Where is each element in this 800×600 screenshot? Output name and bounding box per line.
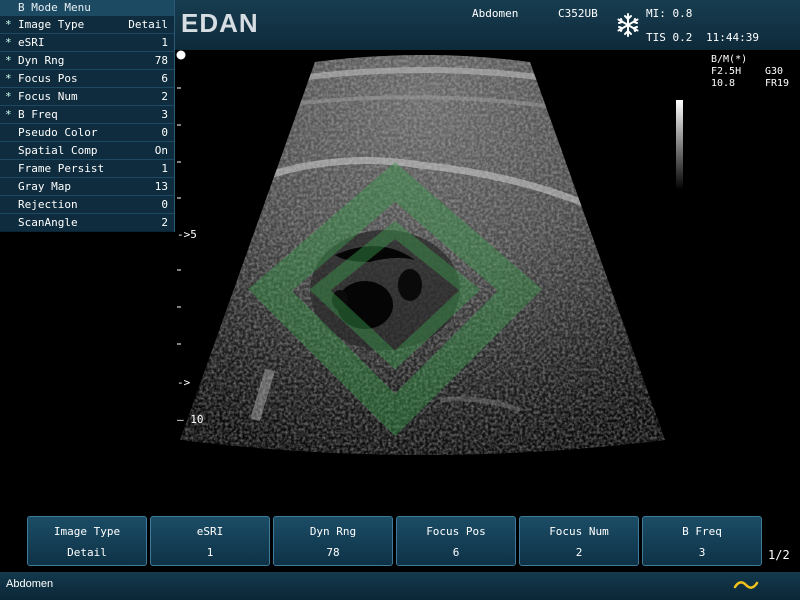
softkey-b-freq[interactable]: B Freq 3 <box>642 516 762 566</box>
menu-item-value: 0 <box>161 126 168 139</box>
menu-item-label: ScanAngle <box>18 216 78 229</box>
softkey-dyn-rng[interactable]: Dyn Rng 78 <box>273 516 393 566</box>
menu-item-label: B Freq <box>18 108 58 121</box>
menu-item-value: 3 <box>161 108 168 121</box>
softkey-label: Dyn Rng <box>309 525 357 538</box>
softkey-image-type[interactable]: Image Type Detail <box>27 516 147 566</box>
menu-item-pseudo-color[interactable]: Pseudo Color 0 <box>0 123 174 141</box>
depth-scale <box>177 87 181 345</box>
menu-item-value: 2 <box>161 216 168 229</box>
menu-item-label: Dyn Rng <box>18 54 65 67</box>
menu-item-focus-num[interactable]: * Focus Num 2 <box>0 87 174 105</box>
exam-type: Abdomen <box>472 7 519 20</box>
menu-item-label: eSRI <box>18 36 45 49</box>
menu-item-label: Image Type <box>18 18 85 31</box>
softkey-label: B Freq <box>682 525 722 538</box>
focus-marker-2: -> <box>177 376 191 389</box>
frequency: F2.5H <box>711 66 742 77</box>
menu-item-label: Frame Persist <box>18 162 105 175</box>
status-bar: Abdomen <box>0 572 800 600</box>
softkey-value: Detail <box>67 546 107 559</box>
menu-title: B Mode Menu <box>0 0 174 15</box>
mode-label: B/M(*) <box>711 54 748 65</box>
gray-scale-bar <box>676 100 683 190</box>
menu-item-value: Detail <box>128 18 168 31</box>
softkey-esri[interactable]: eSRI 1 <box>150 516 270 566</box>
depth-fr-row: 10.8 FR19 <box>711 78 789 90</box>
menu-item-label: Pseudo Color <box>18 126 98 139</box>
menu-item-star: * <box>5 36 12 49</box>
menu-item-value: 13 <box>154 180 168 193</box>
probe-name: C352UB <box>558 7 598 20</box>
softkey-value: 3 <box>698 546 706 559</box>
menu-item-label: Spatial Comp <box>18 144 98 157</box>
depth-value: 10.8 <box>711 78 736 89</box>
menu-item-dyn-rng[interactable]: * Dyn Rng 78 <box>0 51 174 69</box>
softkey-focus-num[interactable]: Focus Num 2 <box>519 516 639 566</box>
softkey-value: 78 <box>326 546 340 559</box>
tis-value: TIS 0.2 <box>646 31 693 44</box>
menu-item-spatial-comp[interactable]: Spatial Comp On <box>0 141 174 159</box>
menu-item-star: * <box>5 90 12 103</box>
softkey-label: Focus Pos <box>426 525 486 538</box>
softkey-value: 6 <box>452 546 460 559</box>
softkey-label: Image Type <box>53 525 121 538</box>
softkey-value: 1 <box>206 546 214 559</box>
menu-item-image-type[interactable]: * Image Type Detail <box>0 15 174 33</box>
softkey-value: 2 <box>575 546 583 559</box>
page-indicator[interactable]: 1/2 <box>768 548 790 562</box>
depth-mark-5: ->5 <box>177 228 197 241</box>
status-exam-label: Abdomen <box>6 578 54 590</box>
orientation-dot-icon <box>176 50 186 60</box>
brand-logo: EDAN <box>181 8 259 38</box>
menu-item-star: * <box>5 54 12 67</box>
imaging-parameters: B/M(*) F2.5H G30 10.8 FR19 <box>711 54 789 90</box>
menu-item-gray-map[interactable]: Gray Map 13 <box>0 177 174 195</box>
menu-item-label: Focus Pos <box>18 72 78 85</box>
softkey-label: eSRI <box>196 525 224 538</box>
menu-item-label: Gray Map <box>18 180 71 193</box>
depth-mark-10: – 10 <box>177 413 204 426</box>
menu-item-star: * <box>5 108 12 121</box>
menu-item-star: * <box>5 72 12 85</box>
menu-item-focus-pos[interactable]: * Focus Pos 6 <box>0 69 174 87</box>
focus-marker: -> <box>177 228 191 241</box>
clock: 11:44:39 <box>706 31 759 44</box>
menu-item-esri[interactable]: * eSRI 1 <box>0 33 174 51</box>
freq-gain-row: F2.5H G30 <box>711 66 783 78</box>
top-header: EDAN Abdomen C352UB MI: 0.8 TIS 0.2 11:4… <box>175 0 800 50</box>
menu-item-star: * <box>5 18 12 31</box>
snowflake-icon[interactable] <box>616 13 640 37</box>
menu-item-value: On <box>154 144 168 157</box>
b-mode-menu: B Mode Menu * Image Type Detail * eSRI 1 * Dyn … <box>0 0 175 232</box>
menu-item-value: 6 <box>161 72 168 85</box>
menu-item-value: 0 <box>161 198 168 211</box>
menu-item-b-freq[interactable]: * B Freq 3 <box>0 105 174 123</box>
menu-item-scanangle[interactable]: ScanAngle 2 <box>0 213 174 231</box>
softkey-label: Focus Num <box>549 525 609 538</box>
gain: G30 <box>765 66 784 77</box>
softkey-focus-pos[interactable]: Focus Pos 6 <box>396 516 516 566</box>
wave-icon <box>733 581 759 589</box>
frame-rate: FR19 <box>765 78 790 89</box>
menu-item-rejection[interactable]: Rejection 0 <box>0 195 174 213</box>
menu-item-value: 1 <box>161 162 168 175</box>
menu-item-label: Rejection <box>18 198 78 211</box>
menu-item-value: 1 <box>161 36 168 49</box>
mi-value: MI: 0.8 <box>646 7 693 20</box>
menu-item-value: 78 <box>154 54 168 67</box>
menu-item-value: 2 <box>161 90 168 103</box>
menu-item-label: Focus Num <box>18 90 78 103</box>
menu-item-frame-persist[interactable]: Frame Persist 1 <box>0 159 174 177</box>
